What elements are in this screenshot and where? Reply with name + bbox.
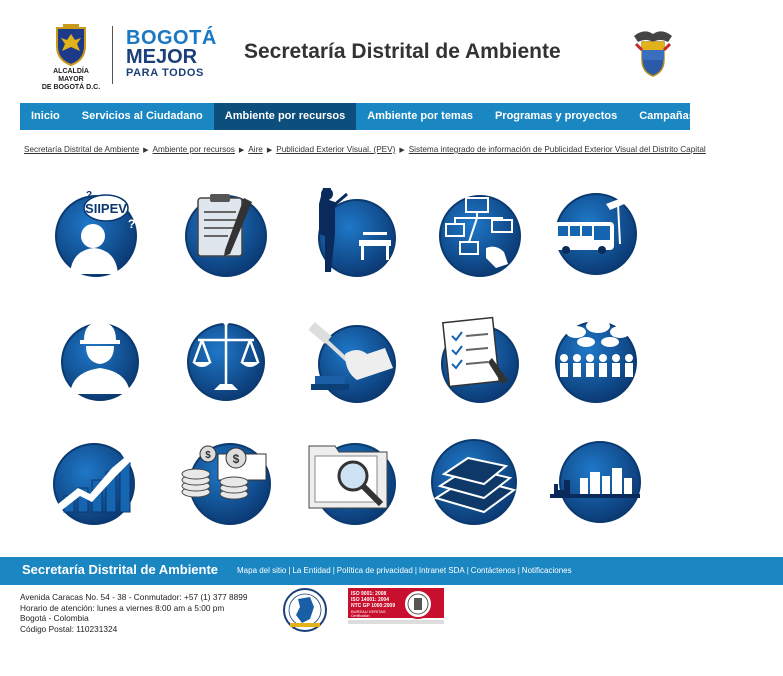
breadcrumb-link[interactable]: Ambiente por recursos [153, 145, 235, 154]
tile-gavel[interactable] [305, 310, 401, 406]
site-header: ALCALDÍA MAYOR DE BOGOTÁ D.C. BOGOTÁ MEJ… [0, 0, 783, 100]
tile-citizens[interactable] [548, 310, 644, 406]
tile-billboard[interactable] [305, 184, 401, 280]
tile-bus[interactable] [548, 184, 644, 280]
tile-justice[interactable] [180, 310, 276, 406]
breadcrumb-separator-icon: ▶ [266, 147, 273, 154]
footer-link-privacy[interactable]: Política de privacidad [337, 566, 413, 575]
footer-link-entidad[interactable]: La Entidad [292, 566, 330, 575]
svg-text:Certification: Certification [351, 614, 370, 618]
tile-city[interactable] [548, 432, 644, 528]
bureau-veritas-icon: ISO 9001: 2008 ISO 14001: 2004 NTC GP 10… [348, 588, 444, 624]
books-stack-icon [431, 439, 517, 525]
bus-advertising-icon [554, 193, 637, 275]
main-nav: Inicio Servicios al Ciudadano Ambiente p… [20, 103, 750, 130]
tile-money[interactable]: $ $ [178, 432, 274, 528]
svg-text:$: $ [205, 450, 211, 461]
bogota-coat-of-arms-icon[interactable] [54, 24, 88, 66]
colombia-coat-of-arms-icon [634, 31, 672, 77]
tile-documents[interactable] [178, 184, 274, 280]
breadcrumb: Secretaría Distrital de Ambiente ▶ Ambient… [24, 145, 706, 154]
growth-chart-icon [53, 443, 140, 525]
folder-search-icon [308, 443, 396, 525]
worker-helmet-icon [61, 318, 139, 401]
breadcrumb-link[interactable]: Secretaría Distrital de Ambiente [24, 145, 139, 154]
site-title: Secretaría Distrital de Ambiente [244, 40, 561, 63]
siipev-label: SIIPEV [85, 201, 127, 216]
clipboard-document-icon [185, 194, 267, 277]
bogota-mejor-logo[interactable]: BOGOTÁ MEJOR PARA TODOS [126, 28, 216, 79]
tile-books[interactable] [426, 432, 522, 528]
footer-links: Mapa del sitio | La Entidad | Política de pr… [237, 566, 572, 575]
svg-text:?: ? [86, 190, 92, 201]
gavel-hand-icon [308, 322, 396, 403]
city-skyline-icon [550, 441, 641, 523]
tile-siipev[interactable]: SIIPEV ? ? [48, 184, 144, 280]
siipev-user-icon: SIIPEV ? ? [55, 190, 137, 277]
footer-separator: | [517, 566, 520, 575]
tile-checklist[interactable] [432, 310, 528, 406]
nav-item-programas[interactable]: Programas y proyectos [484, 103, 628, 130]
nav-item-campanas[interactable]: Campañas y Eventos [628, 103, 761, 130]
checklist-form-icon [441, 316, 519, 403]
tile-growth[interactable] [50, 432, 146, 528]
breadcrumb-separator-icon: ▶ [143, 147, 149, 154]
network-diagram-icon [439, 195, 521, 277]
nav-item-inicio[interactable]: Inicio [20, 103, 71, 130]
footer-title: Secretaría Distrital de Ambiente [22, 562, 219, 577]
breadcrumb-separator-icon: ▶ [399, 147, 405, 154]
justice-scale-icon [187, 319, 265, 401]
iso-certification-badge: ISO 9001: 2008 ISO 14001: 2004 NTC GP 10… [348, 588, 444, 626]
breadcrumb-link[interactable]: Aire [248, 145, 263, 154]
footer-link-sitemap[interactable]: Mapa del sitio [237, 566, 286, 575]
alcaldia-label: ALCALDÍA MAYOR DE BOGOTÁ D.C. [41, 68, 101, 91]
billboard-installer-icon [318, 188, 396, 277]
footer-separator: | [288, 566, 291, 575]
breadcrumb-current[interactable]: Sistema integrado de información de Publ… [409, 145, 706, 154]
tile-folder-search[interactable] [305, 432, 401, 528]
tile-network[interactable] [432, 184, 528, 280]
footer-link-intranet[interactable]: Intranet SDA [419, 566, 465, 575]
footer-separator: | [332, 566, 335, 575]
nav-item-ambiente-temas[interactable]: Ambiente por temas [356, 103, 484, 130]
nav-item-servicios[interactable]: Servicios al Ciudadano [71, 103, 214, 130]
breadcrumb-separator-icon: ▶ [238, 147, 245, 154]
money-coins-icon: $ $ [181, 443, 271, 525]
breadcrumb-link[interactable]: Publicidad Exterior Visual. (PEV) [276, 145, 395, 154]
footer-bar: Secretaría Distrital de Ambiente Mapa de… [0, 557, 783, 585]
footer-separator: | [414, 566, 417, 575]
svg-text:?: ? [128, 217, 135, 231]
footer-link-contact[interactable]: Contáctenos [471, 566, 516, 575]
footer-address: Avenida Caracas No. 54 - 38 - Conmutador… [20, 592, 248, 634]
footer-link-notifications[interactable]: Notificaciones [522, 566, 572, 575]
certification-seal-icon [283, 588, 327, 632]
footer-separator: | [466, 566, 469, 575]
tile-worker[interactable] [54, 310, 150, 406]
logo-divider [112, 26, 113, 84]
citizens-group-icon [555, 319, 637, 403]
svg-text:$: $ [233, 452, 240, 466]
nav-item-ambiente-recursos[interactable]: Ambiente por recursos [213, 103, 357, 130]
